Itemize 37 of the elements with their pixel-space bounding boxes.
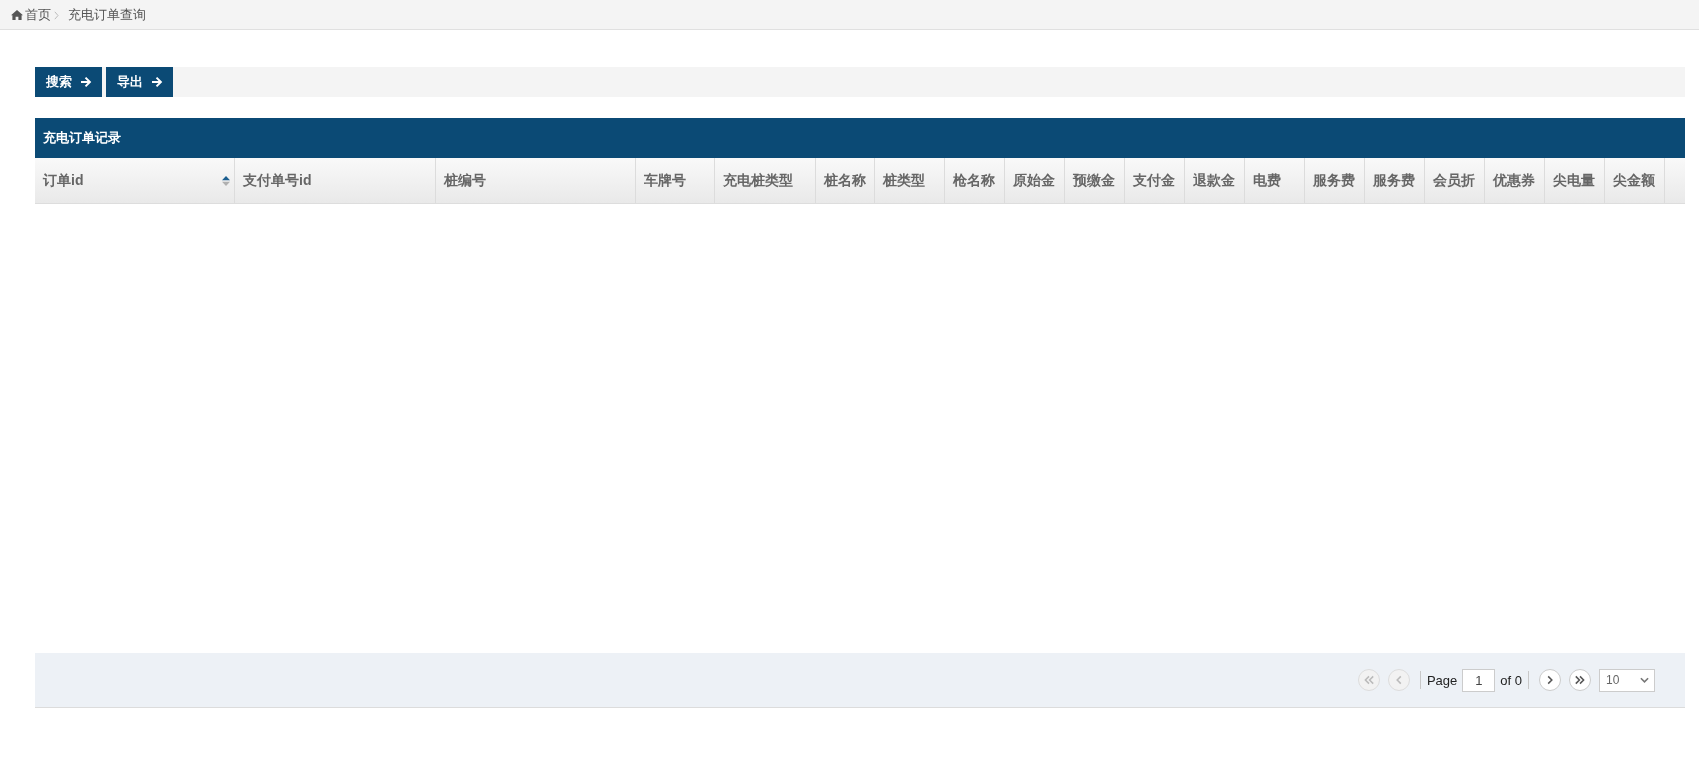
column-header[interactable]: 会员折 [1425,158,1485,203]
breadcrumb-link[interactable]: 首页 [25,5,51,24]
panel-title: 充电订单记录 [43,129,121,147]
double-chevron-left-icon [1362,674,1375,686]
arrow-right-icon [80,76,92,88]
column-header[interactable]: 车牌号 [636,158,715,203]
column-header[interactable]: 电费 [1245,158,1305,203]
page-total: of 0 [1500,672,1522,688]
toolbar-button[interactable]: 搜索 [35,67,102,97]
column-header[interactable]: 支付单号id [235,158,436,203]
column-header[interactable]: 预缴金 [1065,158,1125,203]
next-page-button[interactable] [1539,669,1561,691]
column-header[interactable]: 退款金 [1185,158,1245,203]
page-label: Page [1426,672,1458,688]
chevron-right-icon [54,10,59,20]
chevron-down-icon [1640,677,1649,683]
column-header[interactable]: 桩编号 [436,158,636,203]
column-header[interactable]: 服务费 [1365,158,1425,203]
column-header[interactable]: 原始金 [1005,158,1065,203]
column-header[interactable]: 充电桩类型 [715,158,816,203]
column-header[interactable]: 尖电量 [1545,158,1605,203]
column-header[interactable]: 尖金额 [1605,158,1665,203]
last-page-button[interactable] [1569,669,1591,691]
column-header[interactable]: 订单id [35,158,235,203]
page-input[interactable]: 1 [1462,668,1496,692]
column-header[interactable]: 桩类型 [875,158,945,203]
breadcrumb-current: 充电订单查询 [68,5,146,24]
column-header[interactable]: 支付金 [1125,158,1185,203]
column-header[interactable]: 服务费 [1305,158,1365,203]
double-chevron-right-icon [1574,674,1586,686]
column-header[interactable]: 枪名称 [945,158,1005,203]
arrow-right-icon [151,76,163,88]
column-header[interactable]: 优惠券 [1485,158,1545,203]
column-header[interactable]: 桩名称 [816,158,875,203]
home-icon [11,9,23,20]
page-size-select[interactable]: 10 [1599,668,1655,692]
toolbar-button[interactable]: 导出 [106,67,173,97]
